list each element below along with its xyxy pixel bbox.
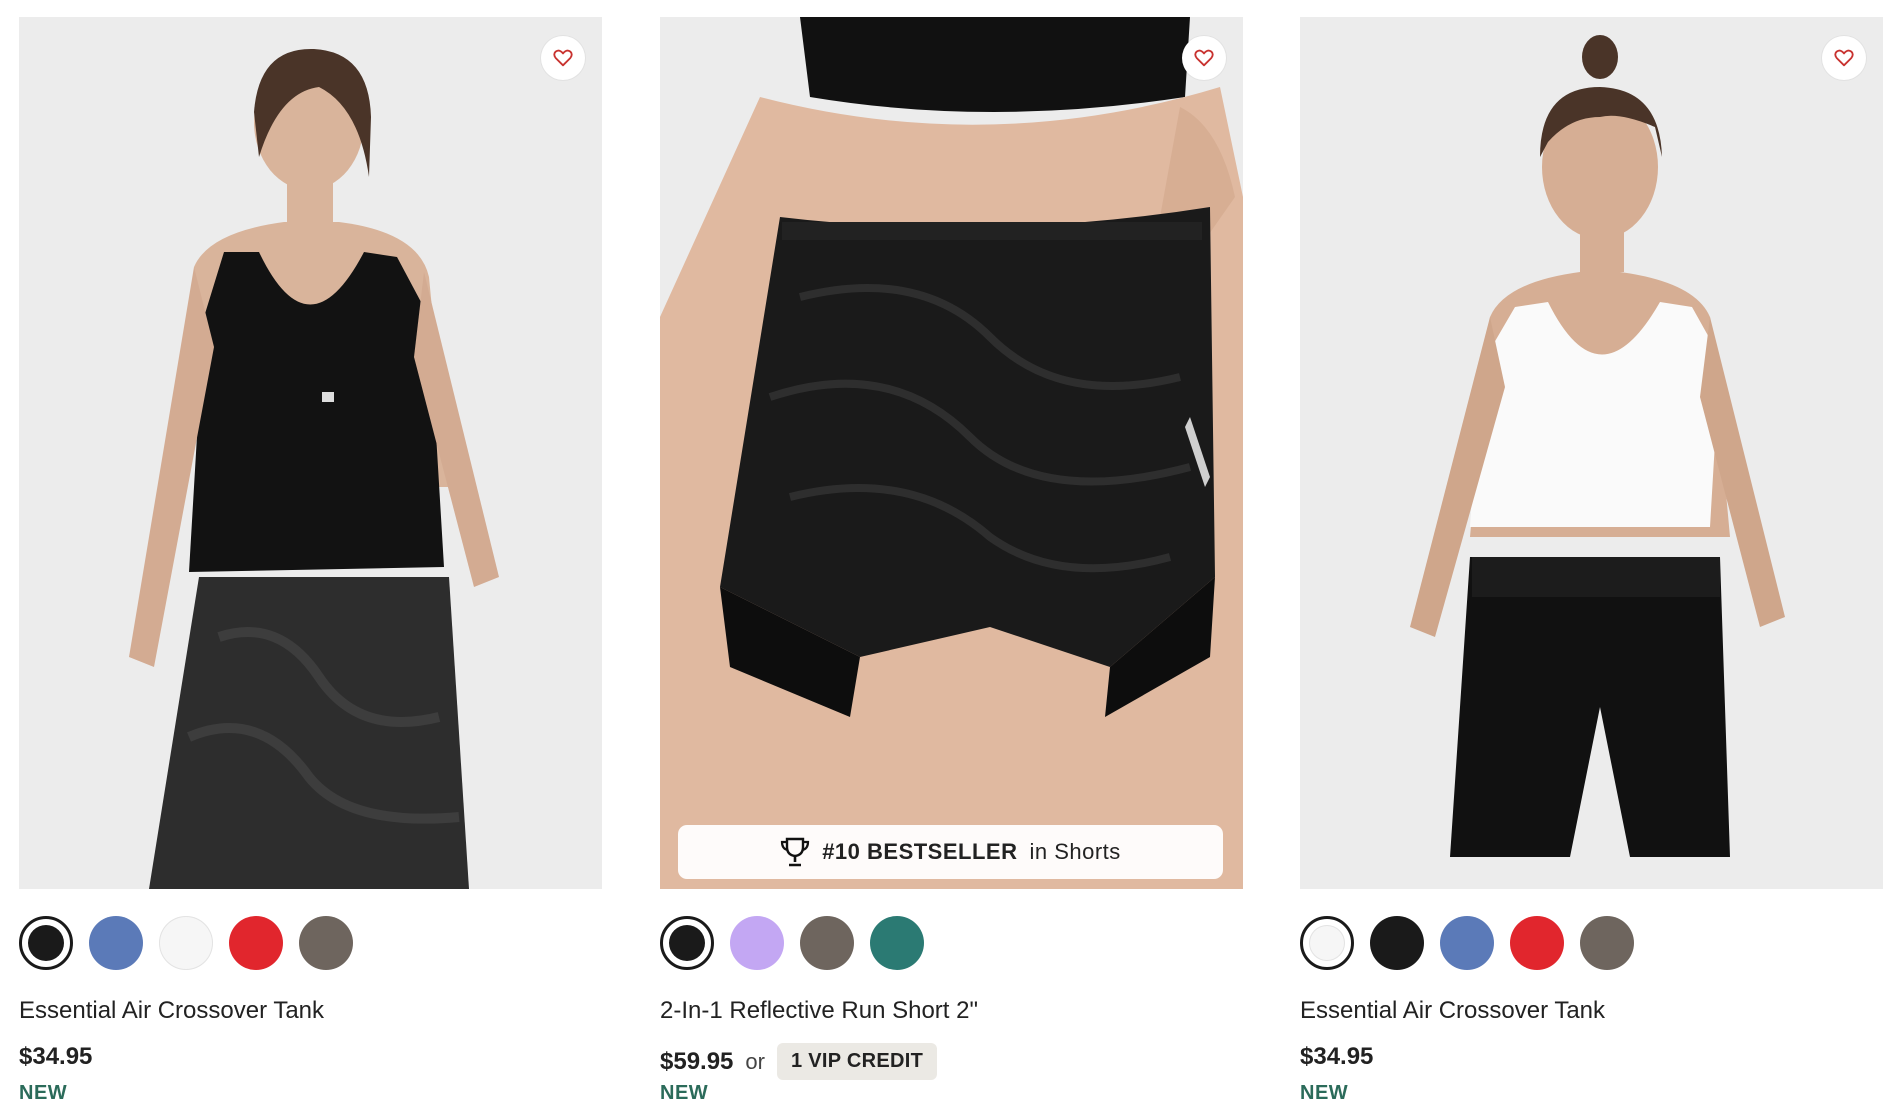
product-image[interactable] <box>1300 17 1883 889</box>
product-name[interactable]: Essential Air Crossover Tank <box>19 997 324 1025</box>
heart-outline-icon <box>1194 49 1214 67</box>
color-swatch[interactable] <box>800 916 854 970</box>
new-badge: NEW <box>19 1082 68 1104</box>
bestseller-banner: #10 BESTSELLER in Shorts <box>678 825 1223 879</box>
favorite-button[interactable] <box>1182 36 1226 80</box>
color-swatch-selected[interactable] <box>1300 916 1354 970</box>
product-name[interactable]: 2-In-1 Reflective Run Short 2" <box>660 997 978 1025</box>
color-swatch[interactable] <box>1510 916 1564 970</box>
color-swatch-selected[interactable] <box>19 916 73 970</box>
color-swatch[interactable] <box>89 916 143 970</box>
color-swatch[interactable] <box>159 916 213 970</box>
product-name[interactable]: Essential Air Crossover Tank <box>1300 997 1605 1025</box>
color-swatch-selected[interactable] <box>660 916 714 970</box>
price-or-text: or <box>745 1048 765 1074</box>
trophy-icon <box>781 837 810 867</box>
heart-outline-icon <box>1834 49 1854 67</box>
color-swatch[interactable] <box>299 916 353 970</box>
product-price: $34.95 <box>1300 1043 1374 1070</box>
price-row: $59.95 or 1 VIP CREDIT <box>660 1043 938 1080</box>
new-badge: NEW <box>1300 1082 1349 1104</box>
model-photo <box>19 17 602 889</box>
product-grid: Essential Air Crossover Tank $34.95 NEW <box>0 0 1900 1112</box>
color-swatch[interactable] <box>1370 916 1424 970</box>
model-photo <box>1300 17 1883 889</box>
color-swatch[interactable] <box>1440 916 1494 970</box>
model-photo <box>660 17 1243 889</box>
new-badge: NEW <box>660 1082 709 1104</box>
color-swatch[interactable] <box>229 916 283 970</box>
product-price: $59.95 <box>660 1047 734 1075</box>
heart-outline-icon <box>553 49 573 67</box>
product-image[interactable] <box>19 17 602 889</box>
bestseller-category: in Shorts <box>1029 839 1121 864</box>
color-swatch[interactable] <box>730 916 784 970</box>
favorite-button[interactable] <box>541 36 585 80</box>
price-row: $34.95 <box>1300 1043 1373 1071</box>
favorite-button[interactable] <box>1822 36 1866 80</box>
product-price: $34.95 <box>19 1043 93 1070</box>
vip-credit-badge: 1 VIP CREDIT <box>776 1043 938 1080</box>
color-swatch[interactable] <box>870 916 924 970</box>
price-row: $34.95 <box>19 1043 92 1071</box>
bestseller-rank: #10 BESTSELLER <box>822 839 1018 864</box>
color-swatch[interactable] <box>1580 916 1634 970</box>
product-image[interactable]: #10 BESTSELLER in Shorts <box>660 17 1243 889</box>
